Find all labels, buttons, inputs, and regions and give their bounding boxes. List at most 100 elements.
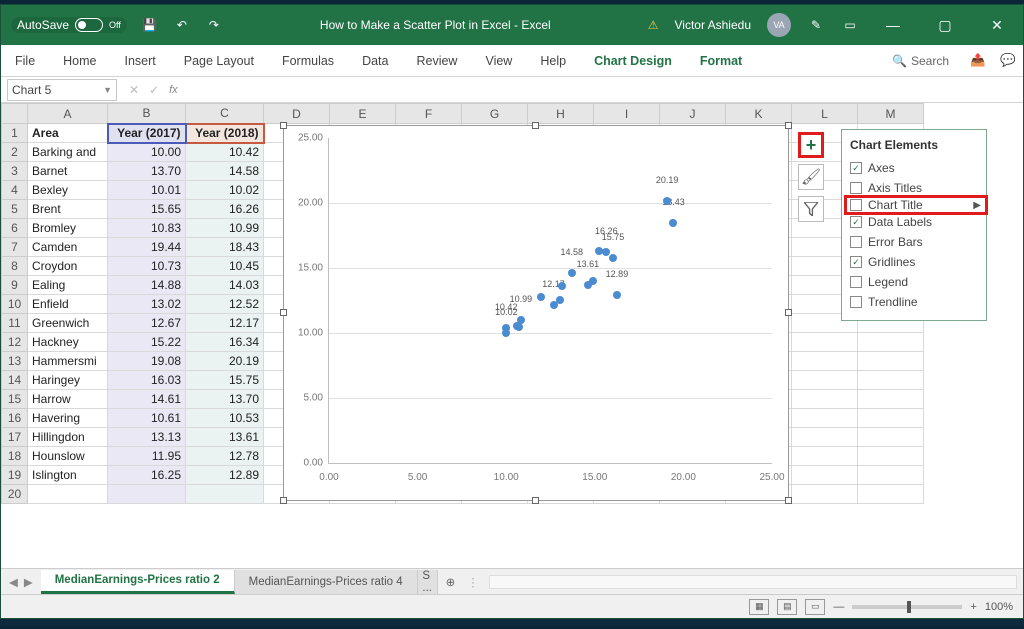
cell[interactable]: Brent bbox=[28, 200, 108, 219]
cell[interactable]: 12.89 bbox=[186, 466, 264, 485]
cell[interactable]: 16.34 bbox=[186, 333, 264, 352]
cell[interactable]: 13.70 bbox=[108, 162, 186, 181]
chart-element-item[interactable]: Error Bars bbox=[850, 232, 984, 252]
column-header[interactable]: M bbox=[858, 104, 924, 124]
tab-chart-design[interactable]: Chart Design bbox=[580, 45, 686, 76]
sheet-tab-active[interactable]: MedianEarnings-Prices ratio 2 bbox=[41, 570, 235, 594]
maximize-button[interactable]: ▢ bbox=[927, 7, 963, 43]
cell[interactable]: 13.61 bbox=[186, 428, 264, 447]
column-header[interactable]: D bbox=[264, 104, 330, 124]
row-header[interactable]: 10 bbox=[2, 295, 28, 314]
chart-element-item[interactable]: ✓Axes bbox=[850, 158, 984, 178]
column-header[interactable]: B bbox=[108, 104, 186, 124]
data-point[interactable] bbox=[558, 282, 566, 290]
column-header[interactable]: L bbox=[792, 104, 858, 124]
cell[interactable]: 16.26 bbox=[186, 200, 264, 219]
cell[interactable]: 10.00 bbox=[108, 143, 186, 162]
checkbox-icon[interactable] bbox=[850, 199, 862, 211]
data-point[interactable] bbox=[550, 301, 558, 309]
cell[interactable]: Hackney bbox=[28, 333, 108, 352]
share-button[interactable]: 📤 bbox=[963, 45, 993, 76]
cell[interactable] bbox=[792, 371, 858, 390]
data-point[interactable] bbox=[663, 197, 671, 205]
cell[interactable]: 14.61 bbox=[108, 390, 186, 409]
tab-view[interactable]: View bbox=[471, 45, 526, 76]
data-point[interactable] bbox=[602, 248, 610, 256]
cell[interactable]: 10.02 bbox=[186, 181, 264, 200]
cell[interactable]: Bromley bbox=[28, 219, 108, 238]
tab-review[interactable]: Review bbox=[402, 45, 471, 76]
tab-data[interactable]: Data bbox=[348, 45, 402, 76]
comments-button[interactable]: 💬 bbox=[993, 45, 1023, 76]
formula-input[interactable] bbox=[184, 79, 1023, 101]
checkbox-icon[interactable] bbox=[850, 182, 862, 194]
sheet-tab[interactable]: MedianEarnings-Prices ratio 4 bbox=[235, 570, 418, 594]
cell[interactable]: 10.45 bbox=[186, 257, 264, 276]
cell[interactable]: 14.58 bbox=[186, 162, 264, 181]
cell[interactable]: 10.01 bbox=[108, 181, 186, 200]
cell[interactable]: Hammersmi bbox=[28, 352, 108, 371]
cell[interactable]: 10.61 bbox=[108, 409, 186, 428]
save-icon[interactable]: 💾 bbox=[141, 16, 159, 34]
cell[interactable]: 10.83 bbox=[108, 219, 186, 238]
row-header[interactable]: 1 bbox=[2, 124, 28, 143]
sheet-tab-more[interactable]: S ... bbox=[418, 570, 438, 594]
data-point[interactable] bbox=[609, 254, 617, 262]
cell[interactable]: Ealing bbox=[28, 276, 108, 295]
tab-help[interactable]: Help bbox=[526, 45, 580, 76]
tab-insert[interactable]: Insert bbox=[111, 45, 170, 76]
cell[interactable]: 10.42 bbox=[186, 143, 264, 162]
cell[interactable]: 14.03 bbox=[186, 276, 264, 295]
row-header[interactable]: 2 bbox=[2, 143, 28, 162]
resize-handle[interactable] bbox=[280, 122, 287, 129]
checkbox-icon[interactable] bbox=[850, 276, 862, 288]
cell[interactable]: 15.22 bbox=[108, 333, 186, 352]
cell[interactable] bbox=[858, 390, 924, 409]
cell[interactable]: Haringey bbox=[28, 371, 108, 390]
fx-icon[interactable]: fx bbox=[169, 84, 178, 96]
cell[interactable]: 19.44 bbox=[108, 238, 186, 257]
new-sheet-button[interactable]: ⊕ bbox=[438, 575, 464, 589]
resize-handle[interactable] bbox=[532, 497, 539, 504]
chart-element-item[interactable]: ✓Gridlines bbox=[850, 252, 984, 272]
avatar[interactable]: VA bbox=[767, 13, 791, 37]
cell[interactable]: Havering bbox=[28, 409, 108, 428]
chart-styles-button[interactable]: 🖌 bbox=[798, 164, 824, 190]
cell[interactable] bbox=[792, 485, 858, 504]
data-point[interactable] bbox=[537, 293, 545, 301]
cell[interactable] bbox=[108, 485, 186, 504]
column-header[interactable]: F bbox=[396, 104, 462, 124]
cell[interactable] bbox=[792, 409, 858, 428]
row-header[interactable]: 15 bbox=[2, 390, 28, 409]
scatter-chart[interactable]: 0.005.0010.0015.0020.0025.000.005.0010.0… bbox=[283, 125, 789, 501]
zoom-out-button[interactable]: — bbox=[833, 601, 844, 613]
zoom-in-button[interactable]: + bbox=[970, 601, 976, 613]
cell[interactable]: Year (2018) bbox=[186, 124, 264, 143]
tab-file[interactable]: File bbox=[1, 45, 49, 76]
row-header[interactable]: 11 bbox=[2, 314, 28, 333]
row-header[interactable]: 5 bbox=[2, 200, 28, 219]
data-point[interactable] bbox=[584, 281, 592, 289]
redo-icon[interactable]: ↷ bbox=[205, 16, 223, 34]
cell[interactable] bbox=[858, 485, 924, 504]
cell[interactable] bbox=[792, 428, 858, 447]
column-header[interactable]: G bbox=[462, 104, 528, 124]
checkbox-icon[interactable] bbox=[850, 236, 862, 248]
normal-view-button[interactable]: ▦ bbox=[749, 599, 769, 615]
enter-formula-icon[interactable]: ✓ bbox=[149, 83, 159, 97]
cell[interactable]: 20.19 bbox=[186, 352, 264, 371]
cell[interactable]: 18.43 bbox=[186, 238, 264, 257]
resize-handle[interactable] bbox=[280, 309, 287, 316]
drawing-mode-icon[interactable]: ✎ bbox=[807, 16, 825, 34]
column-header[interactable]: A bbox=[28, 104, 108, 124]
horizontal-scrollbar[interactable] bbox=[489, 575, 1017, 589]
chart-filters-button[interactable] bbox=[798, 196, 824, 222]
data-point[interactable] bbox=[568, 269, 576, 277]
row-header[interactable]: 18 bbox=[2, 447, 28, 466]
data-point[interactable] bbox=[669, 219, 677, 227]
row-header[interactable]: 20 bbox=[2, 485, 28, 504]
column-header[interactable]: E bbox=[330, 104, 396, 124]
cell[interactable] bbox=[858, 371, 924, 390]
chart-element-item[interactable]: ✓Data Labels bbox=[850, 212, 984, 232]
row-header[interactable]: 3 bbox=[2, 162, 28, 181]
